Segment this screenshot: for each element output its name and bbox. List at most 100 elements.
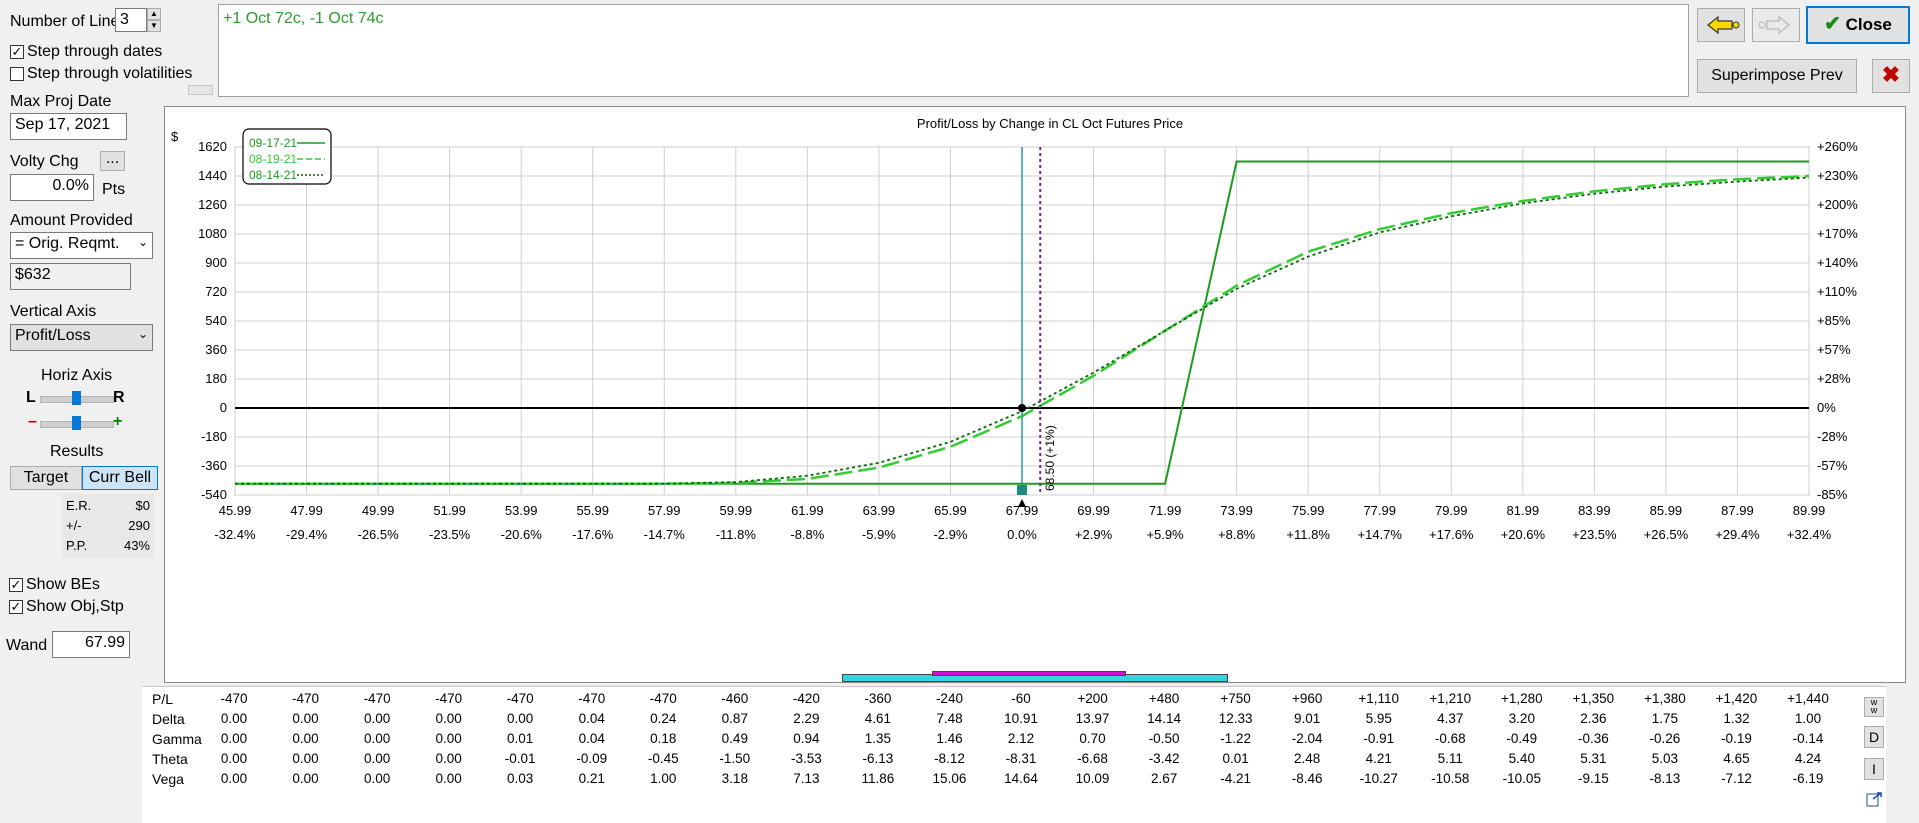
results-label: Results bbox=[50, 443, 104, 460]
greek-cell: 10.09 bbox=[1075, 771, 1110, 786]
show-bes-checkbox[interactable]: ✓ bbox=[9, 578, 23, 592]
y2-tick-label: +28% bbox=[1817, 371, 1851, 386]
d-button[interactable]: D bbox=[1864, 726, 1884, 748]
arrow-right-icon bbox=[1758, 15, 1790, 35]
curr-bell-tab[interactable]: Curr Bell bbox=[82, 466, 158, 490]
volty-chg-label: Volty Chg bbox=[10, 153, 79, 170]
zoom-plus-icon[interactable]: + bbox=[113, 413, 122, 431]
vertical-axis-select[interactable]: Profit/Loss ⌄ bbox=[10, 324, 153, 351]
close-x-icon: ✖ bbox=[1881, 62, 1901, 87]
number-of-lines-input[interactable]: 3 bbox=[115, 8, 147, 32]
next-arrow-button[interactable] bbox=[1752, 8, 1800, 42]
zoom-minus-icon[interactable]: – bbox=[28, 413, 37, 431]
legend-label: 08-19-21 bbox=[249, 152, 297, 166]
greek-cell: 1.35 bbox=[864, 731, 892, 746]
legend-label: 09-17-21 bbox=[249, 136, 297, 150]
spin-up-button[interactable]: ▲ bbox=[147, 8, 161, 20]
target-tab[interactable]: Target bbox=[10, 466, 82, 490]
superimpose-prev-button[interactable]: Superimpose Prev bbox=[1697, 59, 1857, 93]
greek-cell: 0.87 bbox=[721, 711, 748, 726]
zoom-slider-thumb[interactable] bbox=[72, 416, 81, 430]
greek-cell: -0.45 bbox=[647, 751, 679, 766]
wand-input[interactable]: 67.99 bbox=[52, 631, 130, 658]
greek-cell: -9.15 bbox=[1577, 771, 1609, 786]
greek-cell: 0.00 bbox=[363, 731, 391, 746]
greek-cell: 0.00 bbox=[292, 711, 319, 726]
greek-cell: 1.00 bbox=[650, 771, 677, 786]
greek-cell: -6.19 bbox=[1792, 771, 1824, 786]
textarea-splitter[interactable] bbox=[188, 85, 213, 95]
y2-tick-label: -28% bbox=[1817, 429, 1848, 444]
x-pct-tick-label: +2.9% bbox=[1075, 527, 1113, 542]
horiz-axis-label: Horiz Axis bbox=[41, 367, 113, 384]
y2-tick-label: +200% bbox=[1817, 197, 1858, 212]
x-pct-tick-label: +14.7% bbox=[1358, 527, 1403, 542]
greek-cell: -3.53 bbox=[790, 751, 822, 766]
volty-more-button[interactable]: ... bbox=[100, 151, 125, 171]
greek-cell: 3.18 bbox=[721, 771, 748, 786]
max-proj-date-input[interactable]: Sep 17, 2021 bbox=[10, 113, 127, 140]
y-tick-label: 1440 bbox=[198, 168, 227, 183]
horiz-right-label: R bbox=[113, 389, 125, 406]
x-pct-tick-label: -29.4% bbox=[286, 527, 328, 542]
y2-tick-label: +260% bbox=[1817, 139, 1858, 154]
greek-cell: 4.37 bbox=[1437, 711, 1464, 726]
show-obj-checkbox[interactable]: ✓ bbox=[9, 600, 23, 614]
greek-cell: 4.21 bbox=[1365, 751, 1392, 766]
x-pct-tick-label: +23.5% bbox=[1572, 527, 1617, 542]
greek-cell: 0.00 bbox=[220, 751, 248, 766]
pl-chart[interactable]: Profit/Loss by Change in CL Oct Futures … bbox=[165, 107, 1905, 682]
position-textarea[interactable]: +1 Oct 72c, -1 Oct 74c bbox=[218, 4, 1689, 97]
greek-cell: 3.20 bbox=[1508, 711, 1535, 726]
greek-cell: 0.00 bbox=[292, 771, 319, 786]
x-tick-label: 69.99 bbox=[1077, 503, 1110, 518]
chart-legend: 09-17-21 08-19-21 08-14-21 bbox=[242, 128, 332, 185]
amount-select[interactable]: = Orig. Reqmt. ⌄ bbox=[10, 232, 153, 259]
export-icon[interactable] bbox=[1866, 790, 1884, 808]
i-button[interactable]: I bbox=[1864, 758, 1884, 780]
y2-tick-label: +170% bbox=[1817, 226, 1858, 241]
prev-arrow-button[interactable] bbox=[1697, 8, 1745, 42]
greek-cell: -3.42 bbox=[1148, 751, 1180, 766]
greek-cell: 0.00 bbox=[435, 711, 462, 726]
close-button-label: Close bbox=[1845, 15, 1892, 34]
wand-label: Wand bbox=[6, 637, 48, 654]
width-toggle-button[interactable]: ww bbox=[1864, 697, 1884, 717]
greek-cell: 9.01 bbox=[1294, 711, 1321, 726]
x-pct-tick-label: -14.7% bbox=[644, 527, 686, 542]
greek-cell: 0.00 bbox=[220, 711, 248, 726]
x-tick-label: 75.99 bbox=[1292, 503, 1325, 518]
step-vols-label: Step through volatilities bbox=[27, 65, 193, 82]
greek-cell: -360 bbox=[864, 691, 892, 706]
greek-row-label: Gamma bbox=[152, 731, 202, 747]
x-pct-tick-label: -5.9% bbox=[862, 527, 896, 542]
horiz-axis-slider-thumb[interactable] bbox=[72, 391, 81, 405]
step-vols-checkbox[interactable] bbox=[10, 67, 24, 81]
volty-input[interactable]: 0.0% bbox=[10, 174, 94, 201]
x-pct-tick-label: 0.0% bbox=[1007, 527, 1037, 542]
x-pct-tick-label: +5.9% bbox=[1146, 527, 1184, 542]
y2-tick-label: +230% bbox=[1817, 168, 1858, 183]
greek-cell: 1.00 bbox=[1794, 711, 1822, 726]
greek-cell: 1.32 bbox=[1723, 711, 1750, 726]
pm-label: +/- bbox=[66, 518, 82, 533]
spin-down-button[interactable]: ▼ bbox=[147, 20, 161, 32]
x-tick-label: 89.99 bbox=[1793, 503, 1826, 518]
x-tick-label: 77.99 bbox=[1363, 503, 1396, 518]
greek-cell: 5.40 bbox=[1508, 751, 1535, 766]
greek-cell: 14.64 bbox=[1004, 771, 1038, 786]
greek-cell: 0.00 bbox=[435, 771, 462, 786]
arrow-left-icon bbox=[1707, 15, 1740, 35]
step-dates-checkbox[interactable]: ✓ bbox=[10, 45, 24, 59]
x-tick-label: 63.99 bbox=[863, 503, 896, 518]
greek-cell: -10.27 bbox=[1359, 771, 1398, 786]
greek-row-label: Vega bbox=[152, 771, 184, 787]
greek-cell: -0.91 bbox=[1363, 731, 1395, 746]
greek-cell: 0.18 bbox=[650, 731, 677, 746]
delete-x-button[interactable]: ✖ bbox=[1872, 59, 1910, 93]
close-button[interactable]: ✔ Close bbox=[1806, 6, 1910, 44]
pm-value: 290 bbox=[128, 518, 150, 533]
x-tick-label: 83.99 bbox=[1578, 503, 1611, 518]
x-tick-label: 55.99 bbox=[576, 503, 609, 518]
y2-tick-label: +85% bbox=[1817, 313, 1851, 328]
